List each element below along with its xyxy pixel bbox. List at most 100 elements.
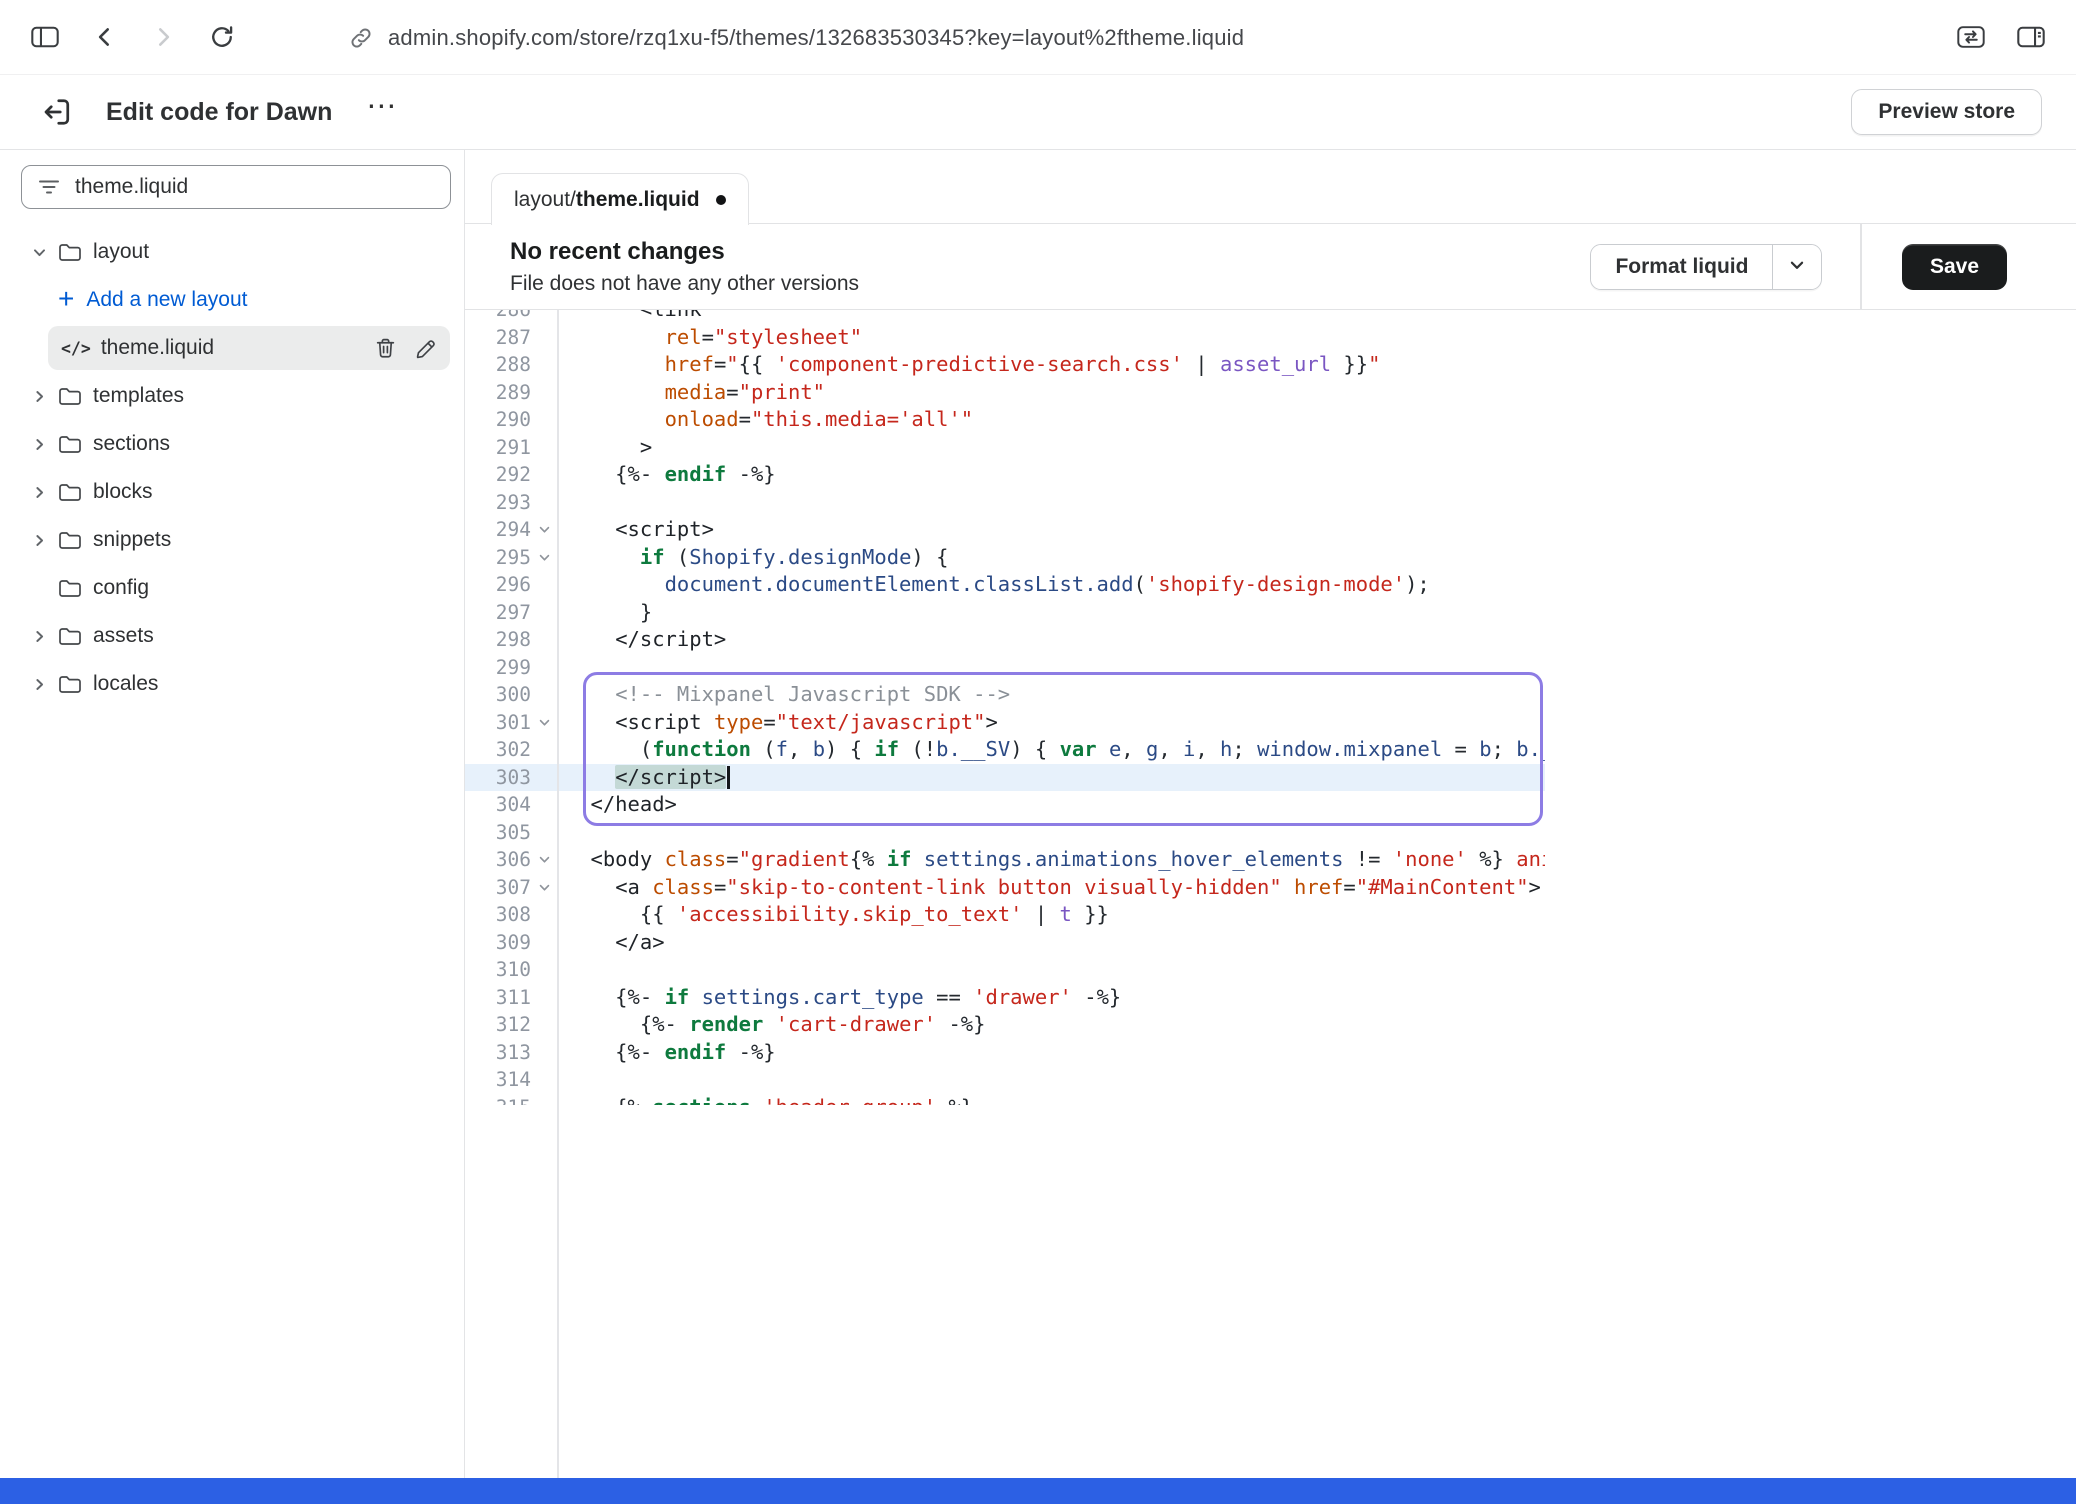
- chevron-right-icon[interactable]: [30, 437, 48, 452]
- code-line-296[interactable]: document.documentElement.classList.add('…: [559, 571, 1546, 599]
- folder-item-blocks[interactable]: blocks: [0, 468, 464, 516]
- line-number[interactable]: 307: [465, 874, 557, 902]
- extensions-icon[interactable]: [1956, 24, 1986, 50]
- file-item-theme.liquid[interactable]: </>theme.liquid: [0, 324, 464, 372]
- line-number[interactable]: 291: [465, 434, 557, 462]
- save-button[interactable]: Save: [1902, 244, 2007, 290]
- line-number[interactable]: 300: [465, 681, 557, 709]
- code-line-294[interactable]: <script>: [559, 516, 1546, 544]
- code-line-314[interactable]: [559, 1066, 1546, 1094]
- address-bar[interactable]: admin.shopify.com/store/rzq1xu-f5/themes…: [348, 0, 1244, 75]
- fold-toggle-icon[interactable]: [531, 551, 557, 564]
- line-number[interactable]: 305: [465, 819, 557, 847]
- code-line-309[interactable]: </a>: [559, 929, 1546, 957]
- folder-item-layout[interactable]: layout: [0, 228, 464, 276]
- folder-item-snippets[interactable]: snippets: [0, 516, 464, 564]
- chevron-right-icon[interactable]: [30, 629, 48, 644]
- code-line-311[interactable]: {%- if settings.cart_type == 'drawer' -%…: [559, 984, 1546, 1012]
- fold-toggle-icon[interactable]: [531, 853, 557, 866]
- line-number[interactable]: 286: [465, 310, 557, 324]
- line-number[interactable]: 303: [465, 764, 557, 792]
- fold-toggle-icon[interactable]: [531, 881, 557, 894]
- chevron-right-icon[interactable]: [30, 485, 48, 500]
- delete-file-icon[interactable]: [374, 337, 397, 360]
- line-number[interactable]: 299: [465, 654, 557, 682]
- reload-icon[interactable]: [208, 23, 236, 51]
- line-number[interactable]: 315: [465, 1094, 557, 1106]
- code-line-302[interactable]: (function (f, b) { if (!b.__SV) { var e,…: [559, 736, 1546, 764]
- sidebar-toggle-icon[interactable]: [30, 24, 60, 50]
- chevron-right-icon[interactable]: [30, 389, 48, 404]
- folder-item-templates[interactable]: templates: [0, 372, 464, 420]
- code-line-307[interactable]: <a class="skip-to-content-link button vi…: [559, 874, 1546, 902]
- line-number[interactable]: 296: [465, 571, 557, 599]
- code-line-312[interactable]: {%- render 'cart-drawer' -%}: [559, 1011, 1546, 1039]
- selected-file-pill[interactable]: </>theme.liquid: [48, 326, 450, 370]
- line-number[interactable]: 311: [465, 984, 557, 1012]
- code-line-290[interactable]: onload="this.media='all'": [559, 406, 1546, 434]
- folder-item-config[interactable]: config: [0, 564, 464, 612]
- line-number[interactable]: 294: [465, 516, 557, 544]
- code-line-306[interactable]: <body class="gradient{% if settings.anim…: [559, 846, 1546, 874]
- folder-item-assets[interactable]: assets: [0, 612, 464, 660]
- format-liquid-button[interactable]: Format liquid: [1591, 245, 1773, 289]
- more-menu-button[interactable]: ⋯: [358, 92, 406, 132]
- folder-item-locales[interactable]: locales: [0, 660, 464, 708]
- line-number[interactable]: 301: [465, 709, 557, 737]
- code-line-301[interactable]: <script type="text/javascript">: [559, 709, 1546, 737]
- fold-toggle-icon[interactable]: [531, 523, 557, 536]
- line-number[interactable]: 309: [465, 929, 557, 957]
- line-number[interactable]: 304: [465, 791, 557, 819]
- code-line-308[interactable]: {{ 'accessibility.skip_to_text' | t }}: [559, 901, 1546, 929]
- preview-store-button[interactable]: Preview store: [1851, 89, 2042, 135]
- code-line-297[interactable]: }: [559, 599, 1546, 627]
- forward-icon[interactable]: [150, 24, 176, 50]
- code-line-313[interactable]: {%- endif -%}: [559, 1039, 1546, 1067]
- fold-toggle-icon[interactable]: [531, 716, 557, 729]
- code-line-310[interactable]: [559, 956, 1546, 984]
- code-line-304[interactable]: </head>: [559, 791, 1546, 819]
- chevron-right-icon[interactable]: [30, 533, 48, 548]
- code-line-289[interactable]: media="print": [559, 379, 1546, 407]
- split-view-icon[interactable]: [2016, 24, 2046, 50]
- folder-item-sections[interactable]: sections: [0, 420, 464, 468]
- code-line-292[interactable]: {%- endif -%}: [559, 461, 1546, 489]
- back-icon[interactable]: [92, 24, 118, 50]
- line-number[interactable]: 293: [465, 489, 557, 517]
- line-number[interactable]: 306: [465, 846, 557, 874]
- tab-theme-liquid[interactable]: layout/theme.liquid: [491, 173, 749, 225]
- line-number[interactable]: 295: [465, 544, 557, 572]
- line-number[interactable]: 288: [465, 351, 557, 379]
- code-line-291[interactable]: >: [559, 434, 1546, 462]
- code-line-300[interactable]: <!-- Mixpanel Javascript SDK -->: [559, 681, 1546, 709]
- code-line-305[interactable]: [559, 819, 1546, 847]
- line-number[interactable]: 310: [465, 956, 557, 984]
- file-filter-input[interactable]: theme.liquid: [21, 165, 451, 209]
- line-number[interactable]: 314: [465, 1066, 557, 1094]
- line-number[interactable]: 302: [465, 736, 557, 764]
- format-dropdown-button[interactable]: [1773, 245, 1821, 289]
- code-line-286[interactable]: <link: [559, 310, 1546, 324]
- line-number[interactable]: 292: [465, 461, 557, 489]
- add-layout-action[interactable]: +Add a new layout: [0, 276, 464, 324]
- line-number[interactable]: 308: [465, 901, 557, 929]
- code-content[interactable]: <link rel="stylesheet" href="{{ 'compone…: [559, 310, 1546, 1105]
- code-line-303[interactable]: </script>: [559, 764, 1546, 792]
- code-line-315[interactable]: {% sections 'header-group' %}: [559, 1094, 1546, 1106]
- chevron-down-icon[interactable]: [30, 245, 48, 260]
- line-number[interactable]: 289: [465, 379, 557, 407]
- line-number[interactable]: 313: [465, 1039, 557, 1067]
- code-line-293[interactable]: [559, 489, 1546, 517]
- line-number[interactable]: 290: [465, 406, 557, 434]
- code-line-288[interactable]: href="{{ 'component-predictive-search.cs…: [559, 351, 1546, 379]
- code-line-295[interactable]: if (Shopify.designMode) {: [559, 544, 1546, 572]
- line-number[interactable]: 298: [465, 626, 557, 654]
- chevron-right-icon[interactable]: [30, 677, 48, 692]
- line-number[interactable]: 287: [465, 324, 557, 352]
- line-number[interactable]: 297: [465, 599, 557, 627]
- exit-code-editor-button[interactable]: [40, 94, 76, 130]
- code-line-299[interactable]: [559, 654, 1546, 682]
- code-line-298[interactable]: </script>: [559, 626, 1546, 654]
- line-number[interactable]: 312: [465, 1011, 557, 1039]
- code-line-287[interactable]: rel="stylesheet": [559, 324, 1546, 352]
